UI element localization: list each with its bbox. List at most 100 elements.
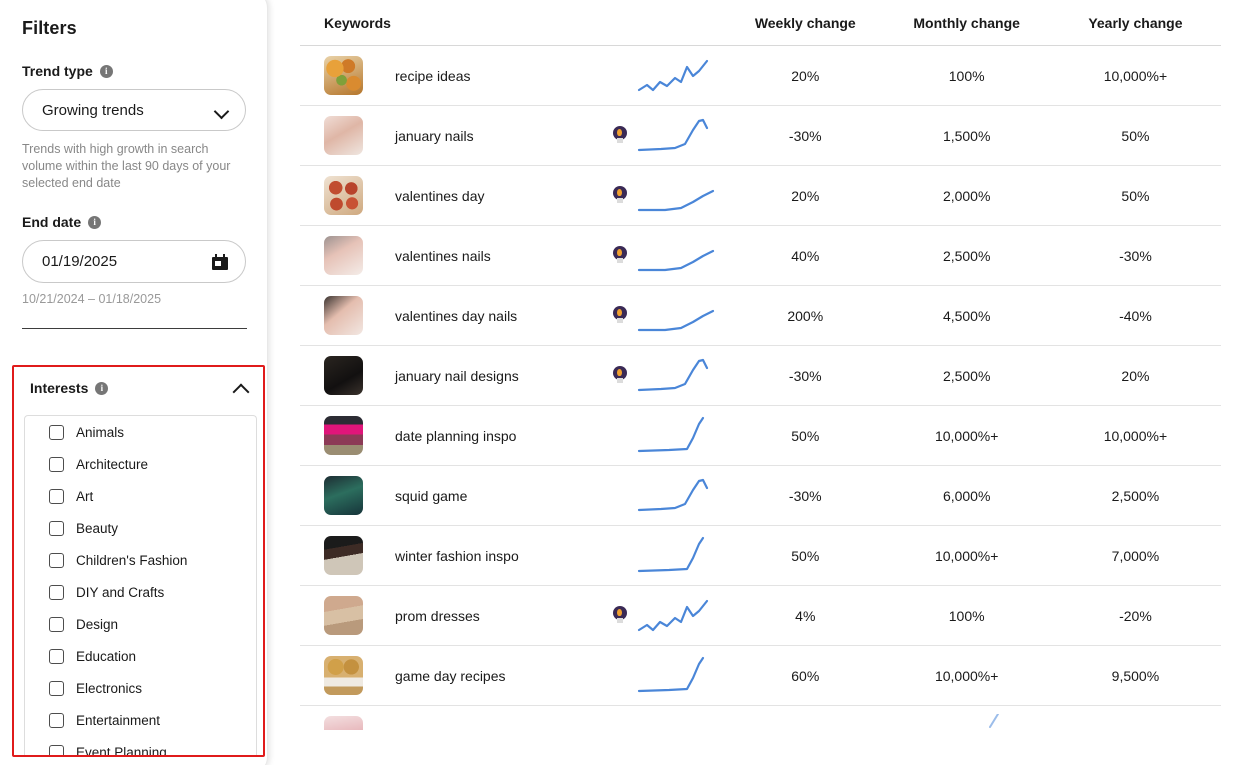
info-icon[interactable]: i xyxy=(95,381,109,395)
calendar-icon[interactable] xyxy=(212,253,228,270)
interest-option-label: Art xyxy=(76,488,94,504)
keyword-label: recipe ideas xyxy=(395,67,471,84)
interests-section: Interests i Animals Architecture Art Beauty… xyxy=(12,365,265,757)
trending-badge-icon xyxy=(613,365,628,384)
keyword-thumbnail[interactable] xyxy=(324,236,363,275)
table-row[interactable]: squid game -30% 6,000% 2,500% xyxy=(300,466,1221,526)
keyword-label: january nails xyxy=(395,127,474,144)
table-row[interactable]: valentines day 20% 2,000% 50% xyxy=(300,166,1221,226)
interests-label: Interests xyxy=(30,380,89,396)
interest-option[interactable]: Animals xyxy=(25,416,256,448)
trending-badge-icon xyxy=(613,185,628,204)
checkbox-icon[interactable] xyxy=(49,552,64,568)
keyword-thumbnail[interactable] xyxy=(324,596,363,635)
interest-option-label: Design xyxy=(76,616,119,632)
sparkline-chart xyxy=(637,478,709,511)
keyword-label: winter fashion inspo xyxy=(395,547,519,564)
weekly-value: 20% xyxy=(791,67,820,84)
table-row[interactable]: valentines day nails 200% 4,500% -40% xyxy=(300,286,1221,346)
table-row[interactable]: recipe ideas 20% 100% 10,000%+ xyxy=(300,46,1221,106)
sparkline-chart xyxy=(637,59,709,91)
column-header-monthly-change[interactable]: Monthly change xyxy=(884,15,1050,31)
yearly-value: 50% xyxy=(1121,127,1150,144)
monthly-value: 10,000%+ xyxy=(934,667,999,684)
trend-type-select[interactable]: Growing trends xyxy=(22,89,246,131)
column-header-keywords[interactable]: Keywords xyxy=(324,15,727,31)
sparkline-chart xyxy=(637,189,715,211)
keyword-thumbnail[interactable] xyxy=(324,536,363,575)
keyword-thumbnail[interactable] xyxy=(324,56,363,95)
weekly-value: -30% xyxy=(788,487,822,504)
monthly-value: 10,000%+ xyxy=(934,547,999,564)
table-row[interactable]: game day recipes 60% 10,000%+ 9,500% xyxy=(300,646,1221,706)
interests-checkbox-list[interactable]: Animals Architecture Art Beauty Children's F… xyxy=(24,415,257,755)
table-row-partial[interactable] xyxy=(300,706,1221,756)
table-row[interactable]: january nails -30% 1,500% 50% xyxy=(300,106,1221,166)
keyword-thumbnail[interactable] xyxy=(324,296,363,335)
sparkline-chart xyxy=(637,599,709,631)
weekly-value: -30% xyxy=(788,367,822,384)
info-icon[interactable]: i xyxy=(88,215,102,229)
keyword-label: squid game xyxy=(395,487,468,504)
column-header-weekly-change[interactable]: Weekly change xyxy=(727,15,884,31)
trend-type-helper: Trends with high growth in search volume… xyxy=(22,142,231,190)
keyword-thumbnail[interactable] xyxy=(324,176,363,215)
interest-option[interactable]: Architecture xyxy=(25,448,256,480)
interests-header[interactable]: Interests i xyxy=(24,373,253,403)
interest-option-label: Education xyxy=(76,648,137,664)
table-row[interactable]: january nail designs -30% 2,500% 20% xyxy=(300,346,1221,406)
interest-option[interactable]: Design xyxy=(25,608,256,640)
end-date-label-row: End date i xyxy=(22,214,245,230)
interest-option[interactable]: DIY and Crafts xyxy=(25,576,256,608)
checkbox-icon[interactable] xyxy=(49,648,64,664)
checkbox-icon[interactable] xyxy=(49,520,64,536)
table-row[interactable]: prom dresses 4% 100% -20% xyxy=(300,586,1221,646)
end-date-label: End date xyxy=(22,214,82,230)
end-date-input[interactable]: 01/19/2025 xyxy=(22,240,246,283)
filters-inner: Filters Trend type i Growing trends Tren… xyxy=(0,0,267,329)
keyword-thumbnail[interactable] xyxy=(324,356,363,395)
sparkline-holder xyxy=(635,294,735,338)
section-divider xyxy=(22,328,247,329)
interest-option[interactable]: Education xyxy=(25,640,256,672)
weekly-value: -30% xyxy=(788,127,822,144)
info-icon[interactable]: i xyxy=(99,64,113,78)
checkbox-icon[interactable] xyxy=(49,424,64,440)
keyword-thumbnail[interactable] xyxy=(324,416,363,455)
interest-option-label: Architecture xyxy=(76,456,149,472)
keyword-label: date planning inspo xyxy=(395,427,517,444)
table-row[interactable]: winter fashion inspo 50% 10,000%+ 7,000% xyxy=(300,526,1221,586)
interest-option[interactable]: Children's Fashion xyxy=(25,544,256,576)
checkbox-icon[interactable] xyxy=(49,680,64,696)
keyword-thumbnail[interactable] xyxy=(324,476,363,515)
keyword-thumbnail[interactable] xyxy=(324,116,363,155)
yearly-value: -40% xyxy=(1119,307,1152,324)
chevron-up-icon[interactable] xyxy=(233,383,249,393)
checkbox-icon[interactable] xyxy=(49,584,64,600)
weekly-value: 40% xyxy=(791,247,820,264)
checkbox-icon[interactable] xyxy=(49,456,64,472)
weekly-value: 200% xyxy=(787,307,824,324)
column-header-yearly-change[interactable]: Yearly change xyxy=(1050,15,1221,31)
checkbox-icon[interactable] xyxy=(49,712,64,728)
interest-option[interactable]: Event Planning xyxy=(25,736,256,755)
checkbox-icon[interactable] xyxy=(49,744,64,755)
interest-option[interactable]: Beauty xyxy=(25,512,256,544)
keyword-thumbnail[interactable] xyxy=(324,656,363,695)
sparkline-chart xyxy=(637,536,705,572)
table-row[interactable]: date planning inspo 50% 10,000%+ 10,000%+ xyxy=(300,406,1221,466)
yearly-value: 7,000% xyxy=(1111,547,1160,564)
sparkline-holder xyxy=(635,54,735,98)
interest-option-label: Beauty xyxy=(76,520,119,536)
table-row[interactable]: valentines nails 40% 2,500% -30% xyxy=(300,226,1221,286)
interest-option[interactable]: Electronics xyxy=(25,672,256,704)
sparkline-holder xyxy=(635,654,735,698)
checkbox-icon[interactable] xyxy=(49,616,64,632)
trend-type-label-row: Trend type i xyxy=(22,63,245,79)
interest-option[interactable]: Entertainment xyxy=(25,704,256,736)
keyword-thumbnail[interactable] xyxy=(324,716,363,730)
trending-badge-icon xyxy=(613,245,628,264)
yearly-value: -30% xyxy=(1119,247,1152,264)
checkbox-icon[interactable] xyxy=(49,488,64,504)
interest-option[interactable]: Art xyxy=(25,480,256,512)
